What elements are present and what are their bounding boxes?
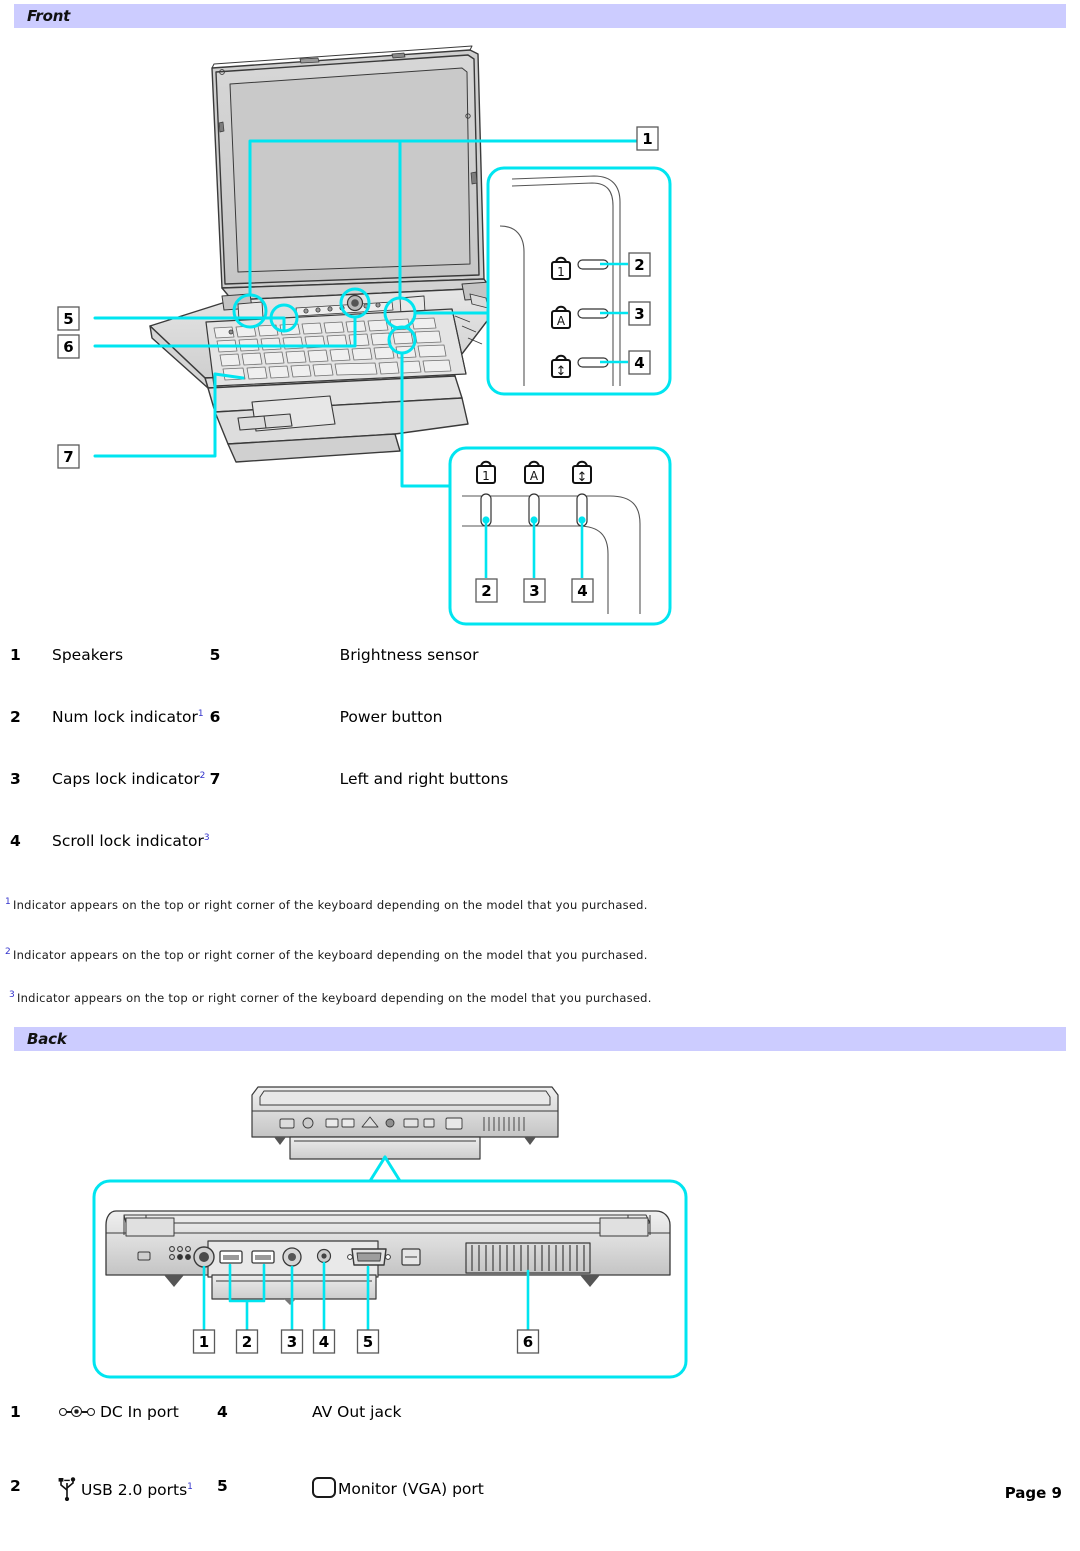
- indicator-detail-box-side: 1 A ↕ 2 3 4: [486, 166, 672, 396]
- footnote-ref: 1: [187, 1481, 193, 1492]
- legend-number-2: 6: [209, 708, 221, 726]
- back-legend-table: 1 DC In port 4 AV Out jack 2 USB 2.0 por…: [10, 1403, 612, 1551]
- legend-number: 2: [10, 708, 21, 726]
- footnote-marker: 1: [5, 897, 11, 908]
- legend-label: USB 2.0 ports1: [57, 1477, 217, 1551]
- legend-number-2: [210, 832, 340, 894]
- svg-text:1: 1: [482, 469, 490, 483]
- front-legend-table: 1 Speakers 5 Brightness sensor 2 Num loc…: [10, 646, 640, 894]
- section-title-front: Front: [27, 7, 71, 25]
- svg-text:5: 5: [363, 1333, 373, 1351]
- front-view-diagram: 1 5 6 7 1 A ↕ 2 3 4 1 A ↕ 2 3 4: [0, 26, 700, 636]
- usb-port-icon: [57, 1477, 77, 1502]
- monitor-vga-port-icon: [312, 1477, 336, 1498]
- legend-label-text: USB 2.0 ports: [81, 1481, 188, 1499]
- legend-row: 1 Speakers 5 Brightness sensor: [10, 646, 640, 708]
- footnote-text: Indicator appears on the top or right co…: [16, 991, 652, 1005]
- section-header-front: Front: [14, 4, 1066, 28]
- legend-number: 1: [10, 646, 21, 664]
- legend-number: 3: [10, 770, 21, 788]
- rear-detail-box: 1 2 3 4 5 6: [92, 1179, 688, 1379]
- footnote-marker: 3: [9, 990, 15, 1001]
- legend-label-text: Caps lock indicator: [52, 770, 200, 788]
- callout-label-6: 6: [63, 338, 73, 356]
- dc-in-port-icon: [57, 1406, 97, 1419]
- legend-row: 1 DC In port 4 AV Out jack: [10, 1403, 612, 1477]
- legend-row: 4 Scroll lock indicator3: [10, 832, 640, 894]
- section-title-back: Back: [27, 1030, 67, 1048]
- svg-text:6: 6: [523, 1333, 533, 1351]
- indicator-detail-box-top: 1 A ↕ 2 3 4: [448, 446, 672, 626]
- svg-text:A: A: [557, 314, 566, 328]
- legend-label-text: DC In port: [100, 1403, 179, 1421]
- legend-number: 2: [10, 1477, 21, 1495]
- footnote-text: Indicator appears on the top or right co…: [12, 898, 648, 912]
- legend-label-2: Left and right buttons: [339, 770, 509, 788]
- svg-text:2: 2: [481, 582, 491, 600]
- legend-label-2: AV Out jack: [312, 1403, 402, 1421]
- legend-number-2: 7: [209, 770, 221, 788]
- svg-text:1: 1: [199, 1333, 209, 1351]
- legend-number: 4: [10, 832, 21, 850]
- svg-text:3: 3: [529, 582, 539, 600]
- svg-text:1: 1: [557, 265, 565, 279]
- legend-label-text: Scroll lock indicator: [52, 832, 204, 850]
- legend-number: 1: [10, 1403, 21, 1421]
- legend-row: 3 Caps lock indicator2 7 Left and right …: [10, 770, 640, 832]
- svg-text:↕: ↕: [556, 364, 567, 379]
- legend-label-text: Speakers: [52, 646, 124, 664]
- legend-row: 2 Num lock indicator1 6 Power button: [10, 708, 640, 770]
- svg-text:2: 2: [242, 1333, 252, 1351]
- callout-label-5: 5: [63, 310, 73, 328]
- svg-text:4: 4: [319, 1333, 329, 1351]
- legend-label-2-text: Monitor (VGA) port: [338, 1480, 484, 1498]
- back-view-diagram: 1 2 3 4 5 6: [80, 1075, 700, 1385]
- legend-number-2: 5: [209, 646, 221, 664]
- section-header-back: Back: [14, 1027, 1066, 1051]
- legend-number-2: 4: [217, 1403, 228, 1421]
- page-number: Page 9: [1004, 1484, 1062, 1502]
- footnote-text: Indicator appears on the top or right co…: [12, 948, 648, 962]
- footnote-marker: 2: [5, 947, 11, 958]
- svg-text:2: 2: [634, 256, 644, 274]
- legend-label: Scroll lock indicator3: [52, 832, 210, 894]
- legend-label: DC In port: [57, 1403, 217, 1477]
- footnote-3: 3 Indicator appears on the top or right c…: [9, 991, 652, 1005]
- legend-row: 2 USB 2.0 ports1 5 Monitor (VGA) port: [10, 1477, 612, 1551]
- legend-label-text: Num lock indicator: [52, 708, 198, 726]
- legend-label: Speakers: [52, 646, 210, 708]
- legend-number-2: 5: [217, 1477, 228, 1495]
- svg-text:4: 4: [634, 354, 644, 372]
- svg-text:4: 4: [577, 582, 587, 600]
- callout-label-7: 7: [63, 448, 73, 466]
- legend-label-2: Monitor (VGA) port: [312, 1477, 612, 1551]
- rear-overview: [251, 1086, 559, 1160]
- footnote-ref: 1: [197, 708, 204, 719]
- svg-text:3: 3: [634, 305, 644, 323]
- legend-label: Num lock indicator1: [52, 708, 210, 770]
- callout-label-1: 1: [642, 130, 652, 148]
- footnote-1: 1 Indicator appears on the top or right c…: [5, 898, 648, 912]
- svg-text:3: 3: [287, 1333, 297, 1351]
- legend-label-2: Power button: [339, 708, 443, 726]
- legend-label-2: Brightness sensor: [339, 646, 479, 664]
- legend-label-2: [340, 832, 640, 894]
- footnote-2: 2 Indicator appears on the top or right c…: [5, 948, 648, 962]
- svg-text:A: A: [530, 469, 539, 483]
- footnote-ref: 2: [199, 770, 206, 781]
- svg-text:↕: ↕: [577, 470, 588, 485]
- legend-label: Caps lock indicator2: [52, 770, 210, 832]
- footnote-ref: 3: [203, 832, 210, 843]
